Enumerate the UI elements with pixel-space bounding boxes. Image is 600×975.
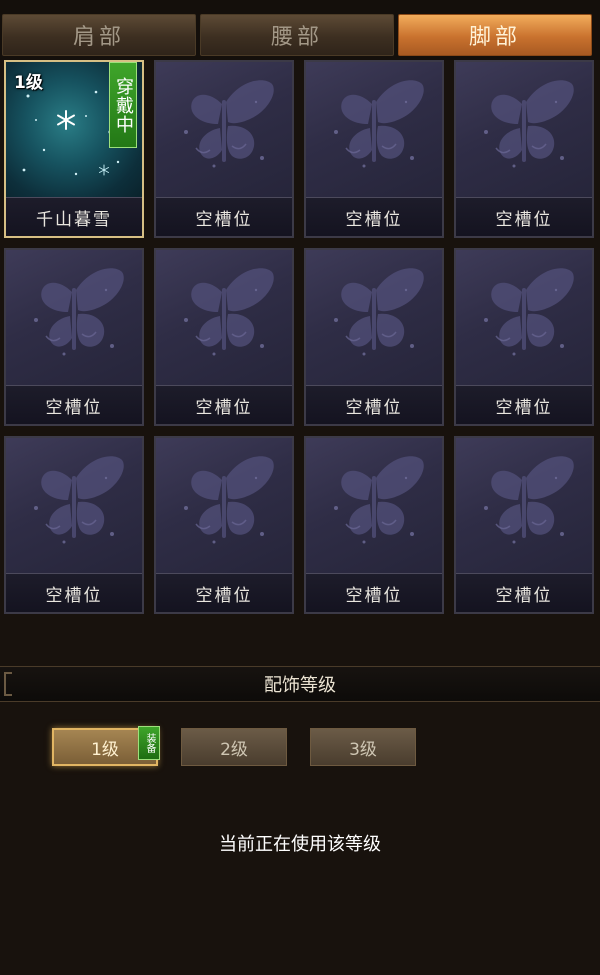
level-3-button[interactable]: 3级 — [310, 728, 416, 766]
level-section-header: 配饰等级 — [0, 666, 600, 702]
butterfly-icon — [6, 438, 142, 574]
butterfly-icon — [156, 250, 292, 386]
butterfly-icon — [306, 62, 442, 198]
slot-label: 空槽位 — [156, 385, 292, 424]
slot-empty[interactable]: 空槽位 — [154, 60, 294, 238]
level-status-text: 当前正在使用该等级 — [219, 834, 381, 855]
slot-label: 千山暮雪 — [6, 197, 142, 236]
slot-label: 空槽位 — [456, 385, 592, 424]
slot-empty[interactable]: 空槽位 — [454, 60, 594, 238]
slot-empty[interactable]: 空槽位 — [304, 60, 444, 238]
slot-label: 空槽位 — [6, 385, 142, 424]
slot-empty[interactable]: 空槽位 — [4, 436, 144, 614]
slot-label: 空槽位 — [306, 573, 442, 612]
slot-empty[interactable]: 空槽位 — [154, 248, 294, 426]
slot-label: 空槽位 — [6, 573, 142, 612]
butterfly-icon — [306, 438, 442, 574]
butterfly-icon — [156, 438, 292, 574]
accessory-slot-grid: 1级 穿戴中 千山暮雪 空槽位 空槽位 空槽位 空槽位 空槽位 空槽位 空槽位 … — [0, 60, 600, 620]
slot-equipped-item[interactable]: 1级 穿戴中 千山暮雪 — [4, 60, 144, 238]
tab-feet[interactable]: 脚部 — [398, 14, 592, 56]
slot-label: 空槽位 — [456, 573, 592, 612]
slot-empty[interactable]: 空槽位 — [304, 248, 444, 426]
slot-empty[interactable]: 空槽位 — [304, 436, 444, 614]
slot-empty[interactable]: 空槽位 — [4, 248, 144, 426]
equipped-tag: 装备 — [138, 726, 160, 760]
slot-label: 空槽位 — [306, 197, 442, 236]
butterfly-icon — [456, 250, 592, 386]
slot-label: 空槽位 — [456, 197, 592, 236]
item-level-tag: 1级 — [14, 73, 43, 93]
slot-empty[interactable]: 空槽位 — [454, 248, 594, 426]
section-title: 配饰等级 — [264, 675, 336, 696]
slot-empty[interactable]: 空槽位 — [454, 436, 594, 614]
tab-waist[interactable]: 腰部 — [200, 14, 394, 56]
slot-label: 空槽位 — [306, 385, 442, 424]
slot-label: 空槽位 — [156, 573, 292, 612]
butterfly-icon — [456, 62, 592, 198]
slot-empty[interactable]: 空槽位 — [154, 436, 294, 614]
slot-label: 空槽位 — [156, 197, 292, 236]
butterfly-icon — [306, 250, 442, 386]
wearing-badge: 穿戴中 — [109, 62, 137, 148]
level-2-button[interactable]: 2级 — [181, 728, 287, 766]
butterfly-icon — [156, 62, 292, 198]
butterfly-icon — [6, 250, 142, 386]
tab-bar: 肩部 腰部 脚部 — [0, 0, 600, 60]
butterfly-icon — [456, 438, 592, 574]
tab-shoulder[interactable]: 肩部 — [2, 14, 196, 56]
